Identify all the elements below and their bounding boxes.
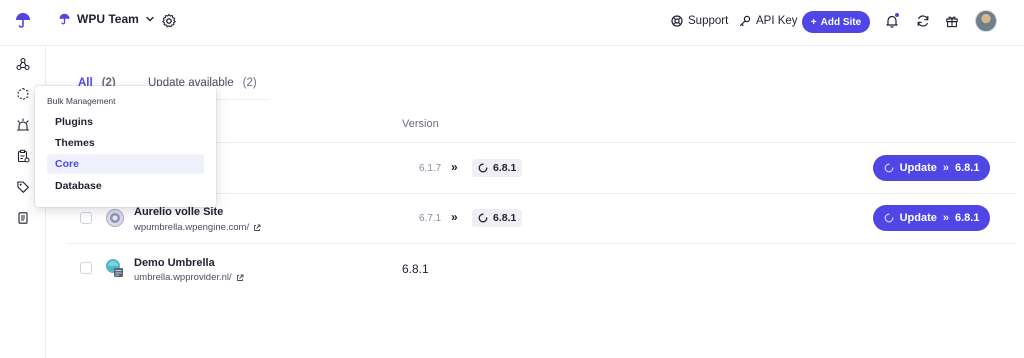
update-button[interactable]: Update » 6.8.1 [873, 155, 990, 181]
top-header: WPU Team Support API Key + Add Site [0, 0, 1024, 46]
lifebuoy-icon [671, 15, 683, 27]
key-icon [739, 15, 751, 27]
logs-icon[interactable] [15, 210, 31, 226]
site-name[interactable]: Demo Umbrella [134, 257, 215, 269]
version-column-header: Version [402, 118, 439, 130]
row-checkbox[interactable] [80, 262, 92, 274]
new-version-badge: 6.8.1 [472, 209, 523, 227]
old-version: 6.7.1 [419, 213, 442, 224]
refresh-icon[interactable] [914, 12, 932, 30]
api-key-link[interactable]: API Key [739, 15, 798, 27]
new-version-text: 6.8.1 [493, 212, 517, 224]
external-link-icon [236, 274, 244, 281]
alerts-icon[interactable] [15, 117, 31, 133]
old-version: 6.1.7 [419, 163, 442, 174]
dropdown-item-plugins[interactable]: Plugins [47, 112, 204, 132]
new-version-badge: 6.8.1 [472, 159, 523, 177]
add-site-label: Add Site [820, 16, 862, 28]
site-url-text: umbrella.wpprovider.nl/ [134, 272, 232, 283]
bulk-management-icon[interactable] [15, 86, 31, 102]
double-chevron-right-icon: » [451, 210, 458, 224]
user-avatar[interactable] [975, 10, 997, 32]
support-link[interactable]: Support [671, 15, 728, 27]
update-button[interactable]: Update » 6.8.1 [873, 205, 990, 231]
add-site-button[interactable]: + Add Site [802, 11, 870, 33]
spinner-icon [884, 163, 894, 173]
site-url-link[interactable]: umbrella.wpprovider.nl/ [134, 272, 244, 283]
chevron-down-icon [145, 14, 155, 24]
notification-dot [894, 12, 900, 18]
tab-update-available-count: (2) [242, 77, 257, 89]
tags-icon[interactable] [15, 179, 31, 195]
double-chevron-right-icon: » [942, 212, 949, 224]
double-chevron-right-icon: » [942, 162, 949, 174]
site-url-text: wpumbrella.wpengine.com/ [134, 222, 250, 233]
spinner-icon [884, 213, 894, 223]
team-umbrella-icon [58, 13, 71, 26]
team-settings-gear-icon[interactable] [161, 13, 177, 29]
site-name[interactable]: Aurelio volle Site [134, 206, 223, 218]
update-label: Update [899, 162, 937, 174]
bulk-management-dropdown: Bulk Management Plugins Themes Core Data… [35, 86, 216, 207]
current-version: 6.8.1 [402, 262, 429, 276]
external-link-icon [254, 224, 261, 231]
team-switcher[interactable]: WPU Team [58, 12, 155, 26]
umbrella-logo-icon[interactable] [14, 12, 32, 30]
new-version-text: 6.8.1 [493, 162, 517, 174]
table-divider [68, 243, 1016, 244]
dropdown-item-database[interactable]: Database [47, 176, 204, 196]
reports-icon[interactable] [15, 148, 31, 164]
api-key-label: API Key [756, 15, 798, 27]
spinner-icon [478, 163, 488, 173]
update-label: Update [899, 212, 937, 224]
plus-icon: + [810, 16, 817, 28]
site-url-link[interactable]: wpumbrella.wpengine.com/ [134, 222, 261, 233]
notifications-bell-icon[interactable] [883, 12, 901, 30]
double-chevron-right-icon: » [451, 160, 458, 174]
spinner-icon [478, 213, 488, 223]
dropdown-item-themes[interactable]: Themes [47, 133, 204, 153]
update-version: 6.8.1 [954, 212, 980, 224]
dropdown-heading: Bulk Management [47, 96, 116, 106]
dropdown-item-core[interactable]: Core [47, 154, 204, 174]
site-favicon-icon [105, 258, 125, 278]
gift-icon[interactable] [943, 12, 961, 30]
sites-icon[interactable] [15, 56, 31, 72]
site-favicon-icon [105, 208, 125, 228]
support-label: Support [688, 15, 729, 27]
team-name: WPU Team [77, 12, 139, 26]
update-version: 6.8.1 [954, 162, 980, 174]
row-checkbox[interactable] [80, 212, 92, 224]
